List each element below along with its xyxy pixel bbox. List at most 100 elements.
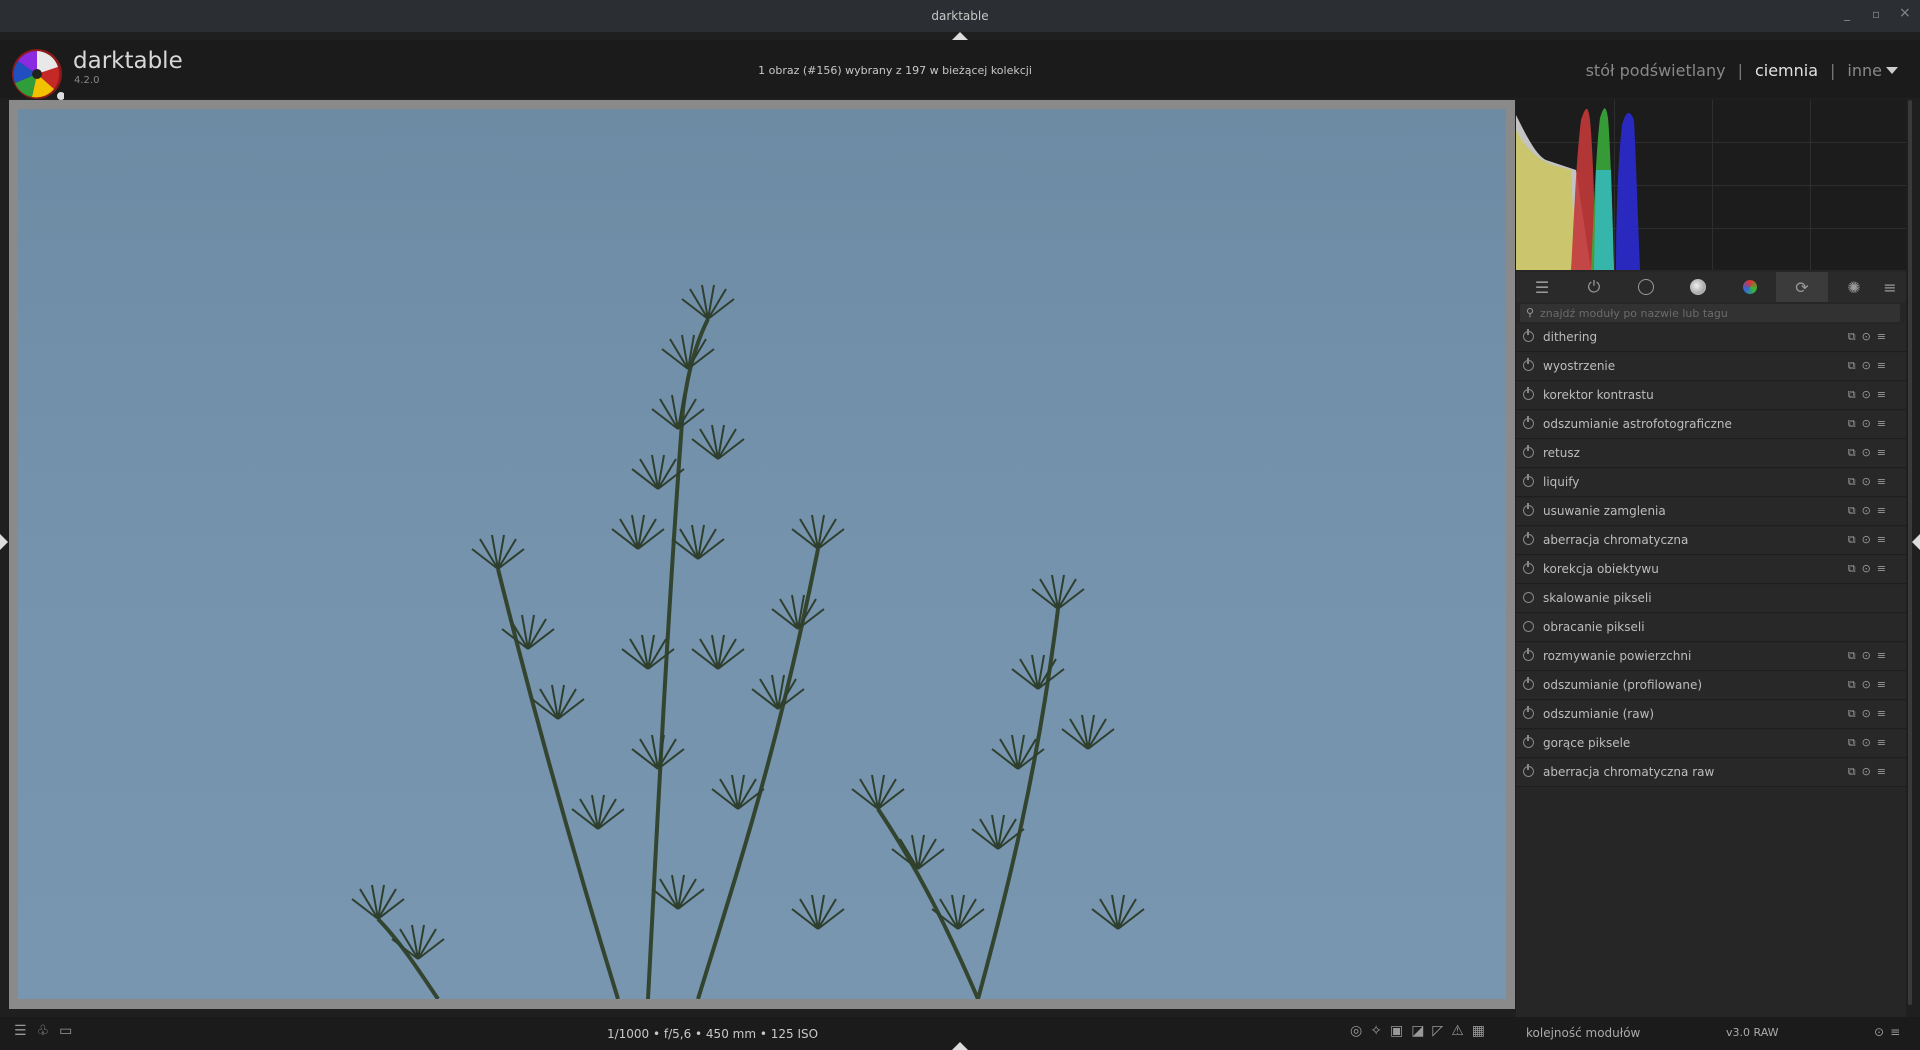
multi-instance-icon[interactable]: ⧉	[1848, 678, 1862, 691]
reset-icon[interactable]: ⊙	[1874, 1025, 1890, 1039]
view-other[interactable]: inne	[1847, 61, 1882, 80]
histogram[interactable]	[1516, 100, 1906, 270]
power-icon[interactable]	[1523, 706, 1534, 719]
module-row[interactable]: aberracja chromatyczna ⧉⊙≡	[1516, 527, 1906, 555]
multi-instance-icon[interactable]: ⧉	[1848, 707, 1862, 720]
module-search-input[interactable]	[1540, 304, 1890, 322]
focus-peaking-icon[interactable]: ◎	[1350, 1023, 1370, 1039]
close-button[interactable]: ×	[1899, 5, 1911, 21]
presets-icon[interactable]: ≡	[1877, 765, 1892, 778]
module-row[interactable]: usuwanie zamglenia ⧉⊙≡	[1516, 498, 1906, 526]
presets-menu-icon[interactable]: ≡	[1890, 1025, 1906, 1039]
minimize-button[interactable]: _	[1844, 7, 1850, 21]
reset-icon[interactable]: ⊙	[1862, 533, 1877, 546]
multi-instance-icon[interactable]: ⧉	[1848, 359, 1862, 372]
module-order-value[interactable]: v3.0 RAW	[1726, 1026, 1779, 1039]
reset-icon[interactable]: ⊙	[1862, 504, 1877, 517]
reset-icon[interactable]: ⊙	[1862, 736, 1877, 749]
right-panel-scrollbar[interactable]	[1908, 100, 1912, 1005]
reset-icon[interactable]: ⊙	[1862, 562, 1877, 575]
presets-icon[interactable]: ≡	[1877, 330, 1892, 343]
maximize-button[interactable]: ▫	[1872, 7, 1880, 21]
presets-icon[interactable]: ≡	[1877, 475, 1892, 488]
power-icon[interactable]	[1523, 329, 1534, 342]
module-row[interactable]: korekcja obiektywu ⧉⊙≡	[1516, 556, 1906, 584]
module-row[interactable]: obracanie pikseli	[1516, 614, 1906, 642]
presets-icon[interactable]: ≡	[1877, 417, 1892, 430]
module-row[interactable]: skalowanie pikseli	[1516, 585, 1906, 613]
power-icon[interactable]	[1523, 561, 1534, 574]
reset-icon[interactable]: ⊙	[1862, 475, 1877, 488]
power-icon[interactable]	[1523, 764, 1534, 777]
multi-instance-icon[interactable]: ⧉	[1848, 475, 1862, 488]
multi-instance-icon[interactable]: ⧉	[1848, 649, 1862, 662]
presets-icon[interactable]: ≡	[1877, 562, 1892, 575]
group-tab-color[interactable]	[1724, 272, 1776, 302]
soft-proof-icon[interactable]: ▣	[1390, 1023, 1411, 1039]
module-row[interactable]: retusz ⧉⊙≡	[1516, 440, 1906, 468]
presets-icon[interactable]: ≡	[1877, 649, 1892, 662]
multi-instance-icon[interactable]: ⧉	[1848, 504, 1862, 517]
power-icon[interactable]	[1523, 503, 1534, 516]
power-icon[interactable]	[1523, 416, 1534, 429]
multi-instance-icon[interactable]: ⧉	[1848, 533, 1862, 546]
warning-icon[interactable]: ⚠	[1451, 1023, 1472, 1039]
module-row[interactable]: odszumianie astrofotograficzne ⧉⊙≡	[1516, 411, 1906, 439]
circle-icon[interactable]	[1523, 592, 1534, 603]
power-icon[interactable]	[1523, 474, 1534, 487]
reset-icon[interactable]: ⊙	[1862, 388, 1877, 401]
group-tab-base[interactable]	[1620, 272, 1672, 302]
reset-icon[interactable]: ⊙	[1862, 330, 1877, 343]
view-darkroom[interactable]: ciemnia	[1755, 61, 1818, 80]
module-row[interactable]: liquify ⧉⊙≡	[1516, 469, 1906, 497]
power-icon[interactable]	[1523, 677, 1534, 690]
clipping-icon[interactable]: ◸	[1432, 1023, 1451, 1039]
reset-icon[interactable]: ⊙	[1862, 359, 1877, 372]
module-row[interactable]: odszumianie (profilowane) ⧉⊙≡	[1516, 672, 1906, 700]
right-panel-toggle-arrow-icon[interactable]	[1912, 534, 1920, 550]
reset-icon[interactable]: ⊙	[1862, 707, 1877, 720]
multi-instance-icon[interactable]: ⧉	[1848, 417, 1862, 430]
power-icon[interactable]	[1523, 735, 1534, 748]
module-row[interactable]: aberracja chromatyczna raw ⧉⊙≡	[1516, 759, 1906, 787]
presets-icon[interactable]: ≡	[1877, 736, 1892, 749]
left-panel-toggle-arrow-icon[interactable]	[0, 534, 8, 550]
module-row[interactable]: dithering ⧉⊙≡	[1516, 324, 1906, 352]
presets-icon[interactable]: ≡	[1877, 446, 1892, 459]
presets-icon[interactable]: ≡	[1877, 504, 1892, 517]
reset-icon[interactable]: ⊙	[1862, 417, 1877, 430]
presets-icon[interactable]: ≡	[1877, 707, 1892, 720]
multi-instance-icon[interactable]: ⧉	[1848, 562, 1862, 575]
power-icon[interactable]	[1523, 532, 1534, 545]
group-tab-correct[interactable]: ⟳	[1776, 272, 1828, 302]
presets-icon[interactable]: ≡	[1877, 388, 1892, 401]
multi-instance-icon[interactable]: ⧉	[1848, 446, 1862, 459]
image-canvas[interactable]	[18, 109, 1506, 999]
views-dropdown-icon[interactable]	[1886, 67, 1898, 74]
reset-icon[interactable]: ⊙	[1862, 649, 1877, 662]
multi-instance-icon[interactable]: ⧉	[1848, 330, 1862, 343]
bulb-icon[interactable]: ✧	[1370, 1023, 1390, 1039]
gamut-check-icon[interactable]: ◪	[1411, 1023, 1432, 1039]
group-tab-quick-access[interactable]: ☰	[1516, 272, 1568, 302]
bottom-panel-toggle-arrow-icon[interactable]	[952, 1042, 968, 1050]
view-lighttable[interactable]: stół podświetlany	[1586, 61, 1726, 80]
module-row[interactable]: odszumianie (raw) ⧉⊙≡	[1516, 701, 1906, 729]
grid-icon[interactable]: ▦	[1472, 1023, 1493, 1039]
power-icon[interactable]	[1523, 648, 1534, 661]
power-icon[interactable]	[1523, 358, 1534, 371]
reset-icon[interactable]: ⊙	[1862, 678, 1877, 691]
presets-icon[interactable]: ≡	[1877, 359, 1892, 372]
multi-instance-icon[interactable]: ⧉	[1848, 388, 1862, 401]
power-icon[interactable]	[1523, 387, 1534, 400]
power-icon[interactable]	[1523, 445, 1534, 458]
group-tab-effects[interactable]: ✺	[1828, 272, 1880, 302]
group-tab-active[interactable]: ⏻	[1568, 272, 1620, 302]
group-tab-presets[interactable]: ≡	[1874, 272, 1906, 302]
reset-icon[interactable]: ⊙	[1862, 446, 1877, 459]
presets-icon[interactable]: ≡	[1877, 678, 1892, 691]
reset-icon[interactable]: ⊙	[1862, 765, 1877, 778]
multi-instance-icon[interactable]: ⧉	[1848, 765, 1862, 778]
group-tab-tone[interactable]	[1672, 272, 1724, 302]
module-row[interactable]: rozmywanie powierzchni ⧉⊙≡	[1516, 643, 1906, 671]
